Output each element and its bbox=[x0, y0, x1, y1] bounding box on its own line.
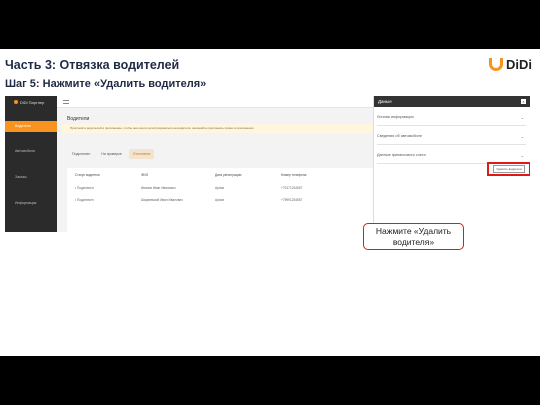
section-label: Сведения об автомобиле bbox=[377, 134, 422, 138]
status-tabs: Подключен На проверке Отклонено bbox=[68, 149, 155, 159]
sidebar-item-info[interactable]: Информация bbox=[5, 198, 57, 209]
close-icon[interactable]: × bbox=[521, 99, 526, 104]
section-label: Личная информация bbox=[377, 115, 414, 119]
slide: Часть 3: Отвязка водителей Шаг 5: Нажмит… bbox=[0, 49, 540, 356]
delete-driver-button[interactable]: Удалить водителя bbox=[493, 165, 525, 173]
notice-banner: Пригласите водителей в приложение, чтобы… bbox=[62, 124, 373, 133]
chevron-down-icon: ⌄ bbox=[520, 115, 524, 120]
table-cell: Шараевский Иван Иванович bbox=[141, 198, 183, 202]
section-personal-info[interactable]: Личная информация ⌄ bbox=[377, 109, 526, 126]
table-cell: Архив bbox=[215, 186, 224, 190]
section-label: Данные финансового счета bbox=[377, 153, 426, 157]
column-header: Номер телефона bbox=[281, 173, 307, 177]
column-header: ФИО bbox=[141, 173, 149, 177]
slide-subtitle: Шаг 5: Нажмите «Удалить водителя» bbox=[5, 78, 207, 90]
table-row[interactable]: • Подключен Шараевский Иван Иванович Арх… bbox=[67, 194, 373, 206]
delete-button-highlight: Удалить водителя bbox=[487, 162, 530, 176]
sidebar: DiDi Партнер Водители Автомобили Заказы … bbox=[5, 96, 57, 232]
panel-header: Даные × bbox=[374, 96, 530, 107]
section-car-info[interactable]: Сведения об автомобиле ⌄ bbox=[377, 128, 526, 145]
sidebar-item-orders[interactable]: Заказы bbox=[5, 172, 57, 183]
page-title: Водители bbox=[67, 116, 90, 122]
callout-line-2: водителя» bbox=[392, 237, 435, 247]
drivers-table: Статус водителя ФИО Дата регистрации Ном… bbox=[67, 168, 373, 232]
sidebar-item-drivers[interactable]: Водители bbox=[5, 121, 57, 132]
tab-connected[interactable]: Подключен bbox=[68, 149, 94, 159]
app-brand: DiDi Партнер bbox=[5, 96, 57, 108]
callout-line-1: Нажмите «Удалить bbox=[375, 226, 452, 236]
app-screenshot: DiDi Партнер Водители Автомобили Заказы … bbox=[5, 96, 373, 232]
table-header: Статус водителя ФИО Дата регистрации Ном… bbox=[67, 168, 373, 182]
instruction-callout: Нажмите «Удалить водителя» bbox=[363, 223, 464, 250]
menu-icon[interactable] bbox=[63, 100, 69, 104]
column-header: Статус водителя bbox=[75, 173, 100, 177]
slide-title: Часть 3: Отвязка водителей bbox=[5, 58, 180, 72]
logo-text: DiDi bbox=[506, 57, 532, 72]
table-cell: Иванов Иван Иванович bbox=[141, 186, 176, 190]
didi-logo: DiDi bbox=[489, 57, 532, 72]
column-header: Дата регистрации bbox=[215, 173, 242, 177]
topbar bbox=[57, 96, 373, 108]
tab-on-review[interactable]: На проверке bbox=[97, 149, 125, 159]
table-cell: • Подключен bbox=[75, 198, 94, 202]
table-cell: +79991234567 bbox=[281, 198, 303, 202]
table-cell: +79171234567 bbox=[281, 186, 303, 190]
didi-logo-icon bbox=[489, 58, 503, 71]
tab-rejected[interactable]: Отклонено bbox=[128, 149, 155, 159]
driver-details-panel: Даные × Личная информация ⌄ Сведения об … bbox=[373, 96, 530, 232]
sidebar-item-cars[interactable]: Автомобили bbox=[5, 146, 57, 157]
chevron-down-icon: ⌄ bbox=[520, 134, 524, 139]
table-cell: Архив bbox=[215, 198, 224, 202]
panel-title: Даные bbox=[378, 99, 392, 104]
table-cell: • Подключен bbox=[75, 186, 94, 190]
table-row[interactable]: • Подключен Иванов Иван Иванович Архив +… bbox=[67, 182, 373, 194]
